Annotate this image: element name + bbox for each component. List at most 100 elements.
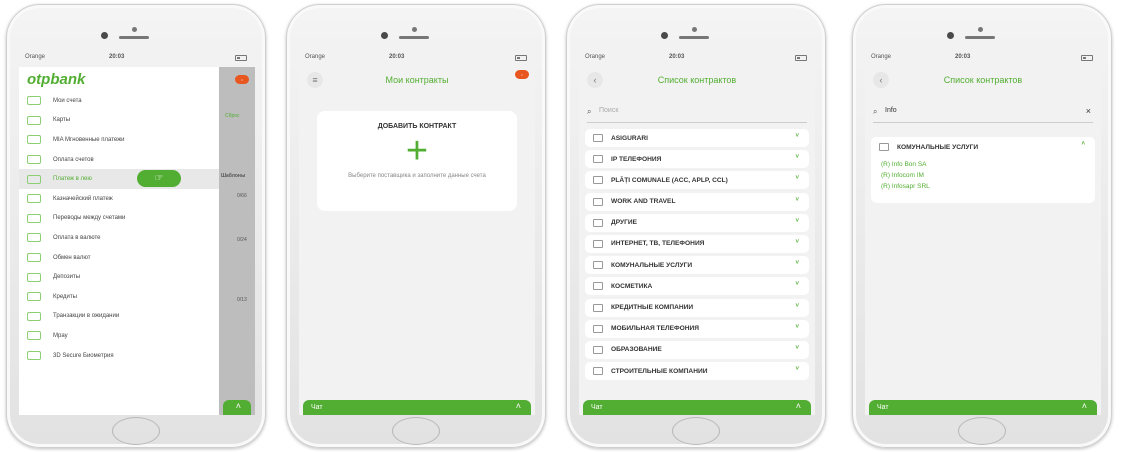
menu-item-icon [27,135,41,145]
menu-item[interactable]: Mpay [19,326,219,346]
category-row[interactable]: КОМУНАЛЬНЫЕ УСЛУГИ ˄ [871,137,1095,157]
menu-item-label: Обмен валют [53,254,91,261]
category-icon [593,134,603,142]
plus-icon[interactable]: + [317,132,517,170]
chat-label: Чат [591,404,603,411]
add-contract-description: Выберите поставщика и заполните данные с… [348,173,486,179]
category-row[interactable]: WORK AND TRAVEL ˅ [585,192,809,211]
speaker [119,27,149,39]
menu-item[interactable]: Платеж в лею ☞ [19,169,219,189]
category-icon [593,303,603,312]
category-row[interactable]: СТРОИТЕЛЬНЫЕ КОМПАНИИ ˅ [585,362,809,381]
search-icon: ⌕ [587,107,592,116]
category-icon [593,239,603,248]
category-label: КОСМЕТИКА [611,282,653,290]
carrier: Orange [25,54,46,60]
menu-item-label: Карты [53,117,71,124]
chevron-down-icon: ˅ [795,302,799,309]
category-label: КРЕДИТНЫЕ КОМПАНИИ [611,304,694,311]
chevron-down-icon: ˅ [795,344,799,351]
menu-icon[interactable]: ≡ [307,72,323,88]
menu-item-label: 3D Secure Биометрия [53,352,114,359]
chevron-down-icon: ˅ [795,196,799,203]
phone-contracts: Orange 20:03 ≡ Мои контракты • ДОБАВИТЬ … [286,4,546,448]
result-item[interactable]: (R) Infocom IM [881,172,1095,179]
screen: Orange 20:03 ≡ Мои контракты • ДОБАВИТЬ … [299,49,535,415]
home-button[interactable] [958,417,1006,445]
pointing-hand-icon: ☞ [137,170,181,188]
category-row[interactable]: IP ТЕЛЕФОНИЯ ˅ [585,150,809,169]
category-icon [593,197,603,206]
clock: 20:03 [109,54,125,60]
add-contract-card[interactable]: ДОБАВИТЬ КОНТРАКТ + Выберите поставщика … [317,111,517,211]
chevron-up-icon: ˄ [1081,401,1087,411]
category-row[interactable]: ИНТЕРНЕТ, ТВ, ТЕЛЕФОНИЯ ˅ [585,234,809,253]
chat-bar[interactable]: Чат ˄ [869,400,1097,415]
menu-item[interactable]: Оплата в валюте [19,228,219,248]
result-item[interactable]: (R) Info Bon SA [881,161,1095,168]
chat-bar[interactable]: Чат ˄ [303,400,531,415]
menu-item-icon [27,155,41,165]
notification-badge[interactable]: • [515,70,529,79]
speaker [679,27,709,39]
menu-item[interactable]: Кредиты [19,287,219,307]
menu-item[interactable]: Обмен валют [19,248,219,268]
menu-item-icon [27,331,41,341]
chat-label: Чат [311,404,323,411]
menu-item-icon [27,351,41,361]
home-button[interactable] [672,417,720,445]
category-row[interactable]: PLĂȚI COMUNALE (ACC, APLP, CCL) ˅ [585,171,809,190]
clock: 20:03 [955,54,971,60]
search-input[interactable]: ⌕ Поиск [587,107,807,123]
result-item[interactable]: (R) Infosapr SRL [881,183,1095,190]
clear-icon[interactable]: × [1086,106,1091,116]
stage: Orange 20:03 • Сброс Шаблоны 0/66 0/24 0… [0,0,1121,452]
otpbank-logo: otpbank [27,71,86,88]
category-row[interactable]: КРЕДИТНЫЕ КОМПАНИИ ˅ [585,298,809,317]
menu-item-label: Транзакции в ожидании [53,313,120,320]
menu-item[interactable]: Оплата счетов [19,150,219,170]
menu-item-label: Кредиты [53,293,77,300]
menu-item-label: Мои счета [53,97,82,104]
menu-item[interactable]: Транзакции в ожидании [19,307,219,327]
menu-item[interactable]: MIA Мгновенные платежи [19,130,219,150]
category-row[interactable]: КОСМЕТИКА ˅ [585,277,809,296]
menu-item[interactable]: Карты [19,111,219,131]
menu-item[interactable]: 3D Secure Биометрия [19,346,219,366]
camera [381,32,388,39]
screen: Orange 20:03 ‹ Список контрактов ⌕ Поиск… [579,49,815,415]
home-button[interactable] [392,417,440,445]
menu-item-icon [27,194,41,204]
menu-item-label: MIA Мгновенные платежи [53,136,125,143]
top-bar: ‹ Список контрактов [579,67,815,93]
back-icon[interactable]: ‹ [587,72,603,88]
chat-bar[interactable]: Чат ˄ [583,400,811,415]
menu-item-label: Переводы между счетами [53,215,126,222]
chevron-down-icon: ˅ [795,260,799,267]
menu-item-icon [27,233,41,243]
search-input[interactable]: ⌕ Info × [873,106,1093,123]
category-row[interactable]: ОБРАЗОВАНИЕ ˅ [585,340,809,359]
amount: 0/13 [237,297,247,303]
status-bar: Orange 20:03 [299,49,535,67]
home-button[interactable] [112,417,160,445]
chevron-up-icon: ˄ [1081,141,1085,147]
menu-item[interactable]: Казначейский платеж [19,189,219,209]
phone-search-results: Orange 20:03 ‹ Список контрактов ⌕ Info … [852,4,1112,448]
menu-item[interactable]: Мои счета [19,91,219,111]
category-label: WORK AND TRAVEL [611,198,676,206]
category-row[interactable]: ДРУГИЕ ˅ [585,213,809,232]
menu-item-label: Казначейский платеж [53,195,113,202]
chevron-down-icon: ˅ [795,238,799,245]
menu-item-icon [27,311,41,321]
back-icon[interactable]: ‹ [873,72,889,88]
menu-item[interactable]: Депозиты [19,267,219,287]
category-row[interactable]: КОМУНАЛЬНЫЕ УСЛУГИ ˅ [585,256,809,275]
search-query: Info [885,107,897,114]
category-row[interactable]: МОБИЛЬНАЯ ТЕЛЕФОНИЯ ˅ [585,319,809,338]
phone-menu: Orange 20:03 • Сброс Шаблоны 0/66 0/24 0… [6,4,266,448]
chat-bar[interactable]: ˄ [223,400,251,415]
menu-item[interactable]: Переводы между счетами [19,209,219,229]
category-row[interactable]: ASIGURARI ˅ [585,129,809,147]
side-menu: otpbank Мои счета Карты MIA Мгновенные пла… [19,67,219,415]
